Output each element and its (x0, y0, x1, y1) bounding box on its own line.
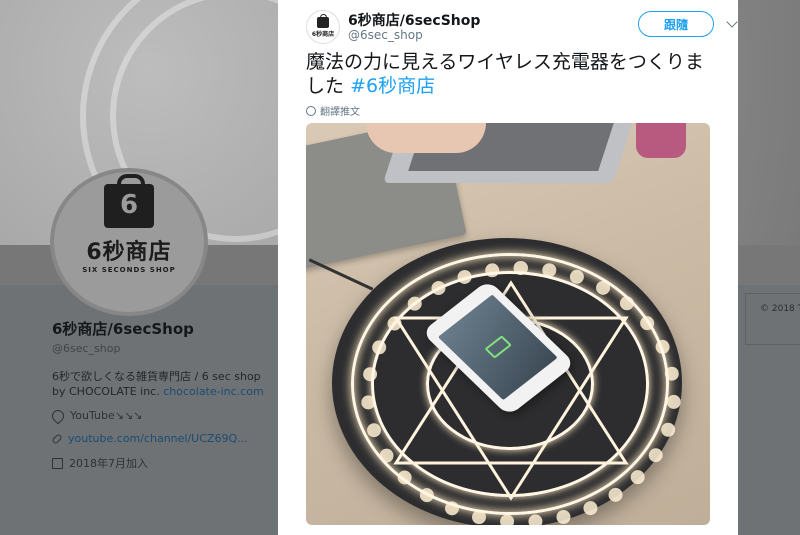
link-icon (51, 432, 63, 445)
tweet-text: 魔法の力に見えるワイヤレス充電器をつくりました #6秒商店 (306, 50, 716, 98)
profile-website: youtube.com/channel/UCZ69Q... (51, 432, 272, 445)
calendar-icon (52, 457, 63, 469)
tweet-author-avatar[interactable]: 6秒商店 (306, 10, 340, 44)
tweet-hashtag[interactable]: #6秒商店 (350, 75, 435, 97)
profile-joined-text: 2018年7月加入 (69, 457, 148, 470)
tweet-author-handle[interactable]: @6sec_shop (348, 28, 423, 42)
avatar-brand-subtext: SIX SECONDS SHOP (82, 266, 176, 274)
profile-info: 6秒商店/6secShop @6sec_shop 6秒で欲しくなる雑貨専門店 /… (49, 318, 272, 471)
footer-copyright: © 2018 Tw (760, 304, 800, 314)
footer-card: © 2018 Tw (745, 293, 800, 345)
avatar-mini-text: 6秒商店 (311, 30, 335, 38)
profile-location-text: YouTube↘↘↘ (70, 409, 143, 422)
bag-logo-icon: 6 (104, 174, 154, 228)
profile-website-link[interactable]: youtube.com/channel/UCZ69Q... (68, 432, 248, 445)
profile-joined: 2018年7月加入 (52, 455, 272, 471)
cup-shape (636, 123, 686, 158)
profile-avatar[interactable]: 6 6秒商店 SIX SECONDS SHOP (50, 168, 208, 316)
profile-location: YouTube↘↘↘ (49, 407, 272, 424)
tweet-author-name[interactable]: 6秒商店/6secShop (348, 10, 480, 30)
chevron-down-icon[interactable] (726, 16, 738, 28)
translate-tweet-link[interactable]: 翻譯推文 (306, 103, 360, 118)
profile-bio: 6秒で欲しくなる雑貨専門店 / 6 sec shop by CHOCOLATE … (52, 369, 272, 399)
avatar-brand-text: 6秒商店 (86, 240, 172, 265)
location-pin-icon (49, 407, 67, 424)
tweet-modal: 6秒商店 6秒商店/6secShop @6sec_shop 跟隨 魔法の力に見え… (278, 0, 738, 535)
follow-button[interactable]: 跟隨 (638, 11, 714, 37)
profile-name[interactable]: 6秒商店/6secShop (52, 318, 272, 339)
tweet-photo[interactable] (306, 123, 710, 525)
cable-shape (308, 258, 374, 291)
translate-label: 翻譯推文 (320, 107, 360, 118)
globe-icon (306, 105, 316, 116)
bag-logo-icon (317, 13, 329, 28)
hand-shape (366, 123, 486, 153)
tweet-header: 6秒商店 6秒商店/6secShop @6sec_shop 跟隨 (306, 8, 738, 44)
profile-bio-link[interactable]: chocolate-inc.com (163, 385, 263, 398)
profile-handle[interactable]: @6sec_shop (52, 342, 272, 355)
